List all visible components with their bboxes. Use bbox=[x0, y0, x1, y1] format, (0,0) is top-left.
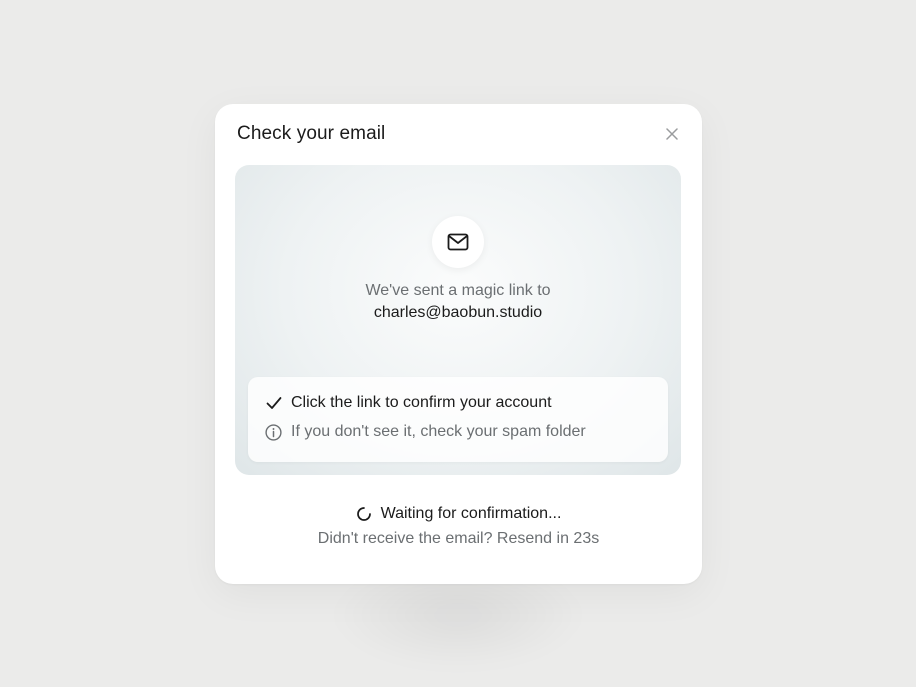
modal-title: Check your email bbox=[237, 123, 386, 144]
instruction-spam-text: If you don't see it, check your spam fol… bbox=[291, 423, 586, 440]
check-email-modal: Check your email We've sent a magic link… bbox=[215, 104, 702, 584]
spinner-icon bbox=[356, 507, 371, 521]
instruction-spam: If you don't see it, check your spam fol… bbox=[265, 423, 586, 441]
mail-icon-badge bbox=[432, 216, 484, 268]
close-button[interactable] bbox=[664, 126, 680, 142]
resend-link[interactable]: Didn't receive the email? Resend in 23s bbox=[215, 530, 702, 548]
check-icon bbox=[265, 395, 282, 412]
info-icon bbox=[265, 423, 282, 441]
recipient-email: charles@baobun.studio bbox=[373, 304, 543, 321]
instruction-confirm-text: Click the link to confirm your account bbox=[291, 394, 552, 411]
mail-icon bbox=[447, 233, 469, 251]
page-background: Check your email We've sent a magic link… bbox=[0, 0, 916, 687]
sent-message: We've sent a magic link to bbox=[365, 282, 551, 299]
email-sent-panel: We've sent a magic link to charles@baobu… bbox=[235, 165, 681, 475]
waiting-text: Waiting for confirmation... bbox=[380, 505, 562, 522]
waiting-status: Waiting for confirmation... bbox=[215, 505, 702, 523]
instruction-confirm: Click the link to confirm your account bbox=[265, 394, 552, 412]
instructions-card: Click the link to confirm your account I… bbox=[248, 377, 668, 462]
close-icon bbox=[666, 128, 678, 140]
